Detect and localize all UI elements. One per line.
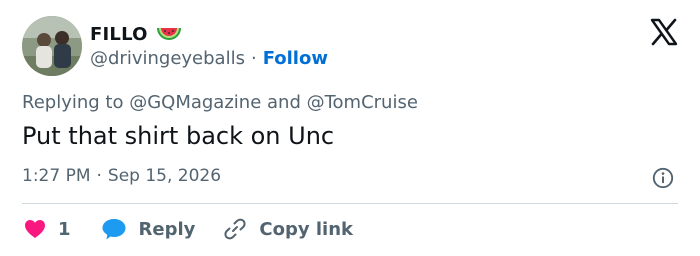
mention-gqmagazine[interactable]: @GQMagazine <box>129 92 261 113</box>
heart-icon <box>25 220 45 238</box>
action-bar: 1 Reply Copy link <box>24 216 353 242</box>
reply-button[interactable]: Reply <box>101 217 196 241</box>
like-button[interactable]: 1 <box>24 219 71 240</box>
reply-context: Replying to @GQMagazine and @TomCruise <box>22 92 418 113</box>
speech-bubble-icon <box>102 219 126 240</box>
reply-context-prefix: Replying to <box>22 92 130 113</box>
copy-link-label: Copy link <box>259 218 353 240</box>
follow-button[interactable]: Follow <box>263 48 328 69</box>
handle-separator: · <box>250 48 257 69</box>
mention-tomcruise[interactable]: @TomCruise <box>307 92 418 113</box>
author-display-name[interactable]: FILLO <box>90 24 148 45</box>
watermelon-icon <box>156 28 181 40</box>
tweet-date: Sep 15, 2026 <box>107 166 222 186</box>
tweet-timestamp[interactable]: 1:27 PM · Sep 15, 2026 <box>22 166 221 186</box>
author-handle[interactable]: @drivingeyeballs <box>90 48 245 69</box>
copy-link-button[interactable]: Copy link <box>223 217 353 241</box>
info-icon[interactable] <box>652 167 674 189</box>
author-handle-row: @drivingeyeballs · Follow <box>90 48 328 69</box>
reply-label: Reply <box>138 218 196 240</box>
reply-context-joiner: and <box>261 92 307 113</box>
avatar[interactable] <box>22 16 82 76</box>
x-logo-icon[interactable] <box>650 18 678 46</box>
like-count: 1 <box>58 218 71 240</box>
avatar-image <box>22 16 82 76</box>
tweet-text: Put that shirt back on Unc <box>22 122 335 150</box>
tweet-card: FILLO @drivingeyeballs · Follow Replying… <box>0 0 700 256</box>
timestamp-separator: · <box>96 166 102 186</box>
tweet-time: 1:27 PM <box>22 166 91 186</box>
link-icon <box>224 218 246 240</box>
divider <box>22 203 678 204</box>
author-name-row: FILLO <box>90 22 182 46</box>
